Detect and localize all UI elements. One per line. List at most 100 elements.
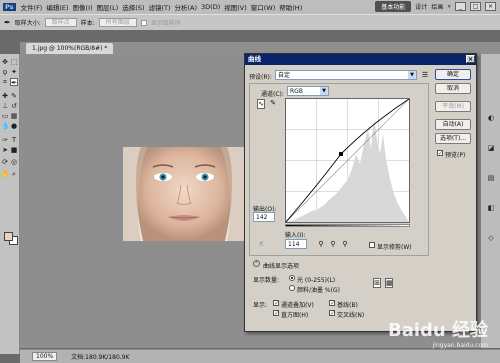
eraser-tool-icon[interactable]: ▭: [1, 112, 9, 120]
gray-eyedropper-icon[interactable]: ⚲: [329, 240, 337, 248]
shape-tool-icon[interactable]: ■: [10, 146, 18, 154]
history-brush-tool-icon[interactable]: ↺: [10, 102, 18, 110]
sample-size-select[interactable]: 取样点: [44, 18, 77, 27]
show-amount-label: 显示数量:: [253, 277, 280, 284]
curve-edit-points-icon[interactable]: ∿: [257, 99, 265, 109]
curve-graph[interactable]: [285, 98, 410, 223]
chevron-down-icon: ▼: [320, 87, 328, 95]
panel-icon-channels[interactable]: ◧: [487, 204, 495, 212]
menu-analysis[interactable]: 分析(A): [174, 2, 197, 12]
menu-filter[interactable]: 滤镜(T): [148, 2, 170, 12]
minimize-icon[interactable]: _: [455, 2, 466, 11]
smooth-button[interactable]: 平滑(M): [435, 101, 471, 112]
menu-select[interactable]: 选择(S): [122, 2, 144, 12]
close-window-icon[interactable]: ×: [485, 2, 496, 11]
lasso-tool-icon[interactable]: ϙ: [1, 68, 9, 76]
options-button[interactable]: 选项(T)...: [435, 133, 471, 144]
histogram-checkbox[interactable]: ✓: [273, 310, 279, 317]
ok-button[interactable]: 确定: [435, 69, 471, 80]
clone-stamp-tool-icon[interactable]: ⊥: [1, 102, 9, 110]
intersection-checkbox[interactable]: ✓: [329, 310, 335, 317]
preset-options-icon[interactable]: ☰: [421, 71, 429, 79]
pigment-label: 颜料/油墨 %(G): [297, 287, 340, 294]
watermark-logo: Baidu 经验 jingyan.baidu.com: [388, 316, 488, 349]
path-selection-tool-icon[interactable]: ➤: [1, 146, 9, 154]
brush-tool-icon[interactable]: ✎: [10, 92, 18, 100]
options-bar: ✒ 取样大小: 取样点 样本: 所有图层 显示取样环: [0, 14, 500, 30]
menu-image[interactable]: 图像(I): [73, 2, 93, 12]
3d-orbit-tool-icon[interactable]: ◎: [10, 158, 18, 166]
pen-tool-icon[interactable]: ✑: [1, 136, 9, 144]
status-zoom[interactable]: 100%: [32, 352, 58, 361]
channel-overlay-checkbox[interactable]: ✓: [273, 300, 279, 307]
type-tool-icon[interactable]: T: [10, 136, 18, 144]
dodge-tool-icon[interactable]: ●: [10, 122, 18, 130]
eyedropper-tool-icon[interactable]: ✒: [4, 18, 11, 27]
sample-size-label: 取样大小:: [14, 20, 41, 27]
menu-view[interactable]: 视图(V): [224, 2, 247, 12]
foreground-color-swatch[interactable]: [4, 232, 13, 241]
channel-select[interactable]: RGB ▼: [287, 86, 329, 96]
cancel-button[interactable]: 取消: [435, 83, 471, 94]
menu-help[interactable]: 帮助(H): [279, 2, 302, 12]
menu-edit[interactable]: 编辑(E): [46, 2, 68, 12]
panel-icon-layers[interactable]: ▤: [487, 174, 495, 182]
document-tab[interactable]: 1.jpg @ 100%(RGB/8#) *: [26, 43, 114, 54]
hand-tool-icon[interactable]: ✋: [1, 170, 10, 178]
menu-3d[interactable]: 3D(D): [201, 3, 220, 11]
channel-label: 通道(C):: [261, 91, 284, 98]
channel-value: RGB: [290, 88, 303, 95]
show-label: 显示:: [253, 302, 268, 309]
show-clipping-checkbox[interactable]: [369, 242, 375, 248]
panel-icon-paths[interactable]: ◇: [487, 234, 495, 242]
target-adjust-icon[interactable]: ☝: [257, 240, 265, 248]
sample-select[interactable]: 所有图层: [98, 18, 137, 27]
simple-grid-icon[interactable]: ⊞: [373, 278, 381, 288]
eyedropper-tool-icon[interactable]: ✒: [10, 78, 18, 87]
histogram-label: 直方图(H): [281, 312, 309, 319]
show-ring-checkbox[interactable]: [140, 19, 147, 26]
auto-button[interactable]: 自动(A): [435, 119, 471, 130]
pencil-icon[interactable]: ✎: [269, 99, 277, 107]
baseline-checkbox[interactable]: ✓: [329, 300, 335, 307]
baseline-label: 基线(B): [337, 302, 358, 309]
pigment-radio[interactable]: [289, 285, 295, 291]
status-doc-size[interactable]: 文档:180.9K/180.9K: [71, 352, 129, 361]
marquee-tool-icon[interactable]: ⬚: [10, 58, 18, 66]
panel-icon-adjustments[interactable]: ◪: [487, 144, 495, 152]
gradient-tool-icon[interactable]: ▦: [10, 112, 18, 120]
panel-icon-color[interactable]: ◐: [487, 114, 495, 122]
workspace-switcher: 基本功能 设计 绘画 » _ □ ×: [375, 1, 496, 12]
move-tool-icon[interactable]: ✥: [1, 58, 9, 66]
chevron-up-icon[interactable]: ⌃: [253, 260, 260, 267]
output-field[interactable]: 142: [253, 212, 275, 222]
crop-tool-icon[interactable]: ⌗: [1, 78, 9, 86]
workspace-paint-button[interactable]: 绘画: [431, 2, 443, 11]
light-radio[interactable]: [289, 275, 295, 281]
menu-file[interactable]: 文件(F): [21, 2, 43, 12]
input-gradient-bar: [285, 224, 410, 227]
white-eyedropper-icon[interactable]: ⚲: [341, 240, 349, 248]
menu-window[interactable]: 窗口(W): [251, 2, 276, 12]
zoom-tool-icon[interactable]: ⌕: [10, 170, 18, 178]
blur-tool-icon[interactable]: 💧: [1, 122, 10, 130]
close-icon[interactable]: ×: [466, 55, 475, 63]
channel-overlay-label: 通道叠加(V): [281, 302, 314, 309]
display-options-label: 曲线显示选项: [263, 263, 300, 270]
input-field[interactable]: 114: [285, 239, 307, 249]
workspace-more-button[interactable]: »: [447, 3, 451, 10]
menu-layer[interactable]: 图层(L): [97, 2, 119, 12]
3d-rotate-tool-icon[interactable]: ⟳: [1, 158, 9, 166]
chevron-down-icon: ▼: [408, 71, 416, 79]
preview-checkbox[interactable]: ✓: [437, 150, 443, 157]
detailed-grid-icon[interactable]: ▦: [385, 278, 393, 288]
document-photo[interactable]: [123, 147, 245, 241]
curve-control-point: [339, 152, 343, 156]
black-eyedropper-icon[interactable]: ⚲: [317, 240, 325, 248]
preset-select[interactable]: 自定 ▼: [275, 70, 417, 80]
maximize-icon[interactable]: □: [470, 2, 481, 11]
healing-brush-tool-icon[interactable]: ✚: [1, 92, 9, 100]
workspace-design-button[interactable]: 设计: [415, 2, 427, 11]
magic-wand-tool-icon[interactable]: ✦: [10, 68, 18, 76]
workspace-essentials-button[interactable]: 基本功能: [375, 1, 412, 12]
